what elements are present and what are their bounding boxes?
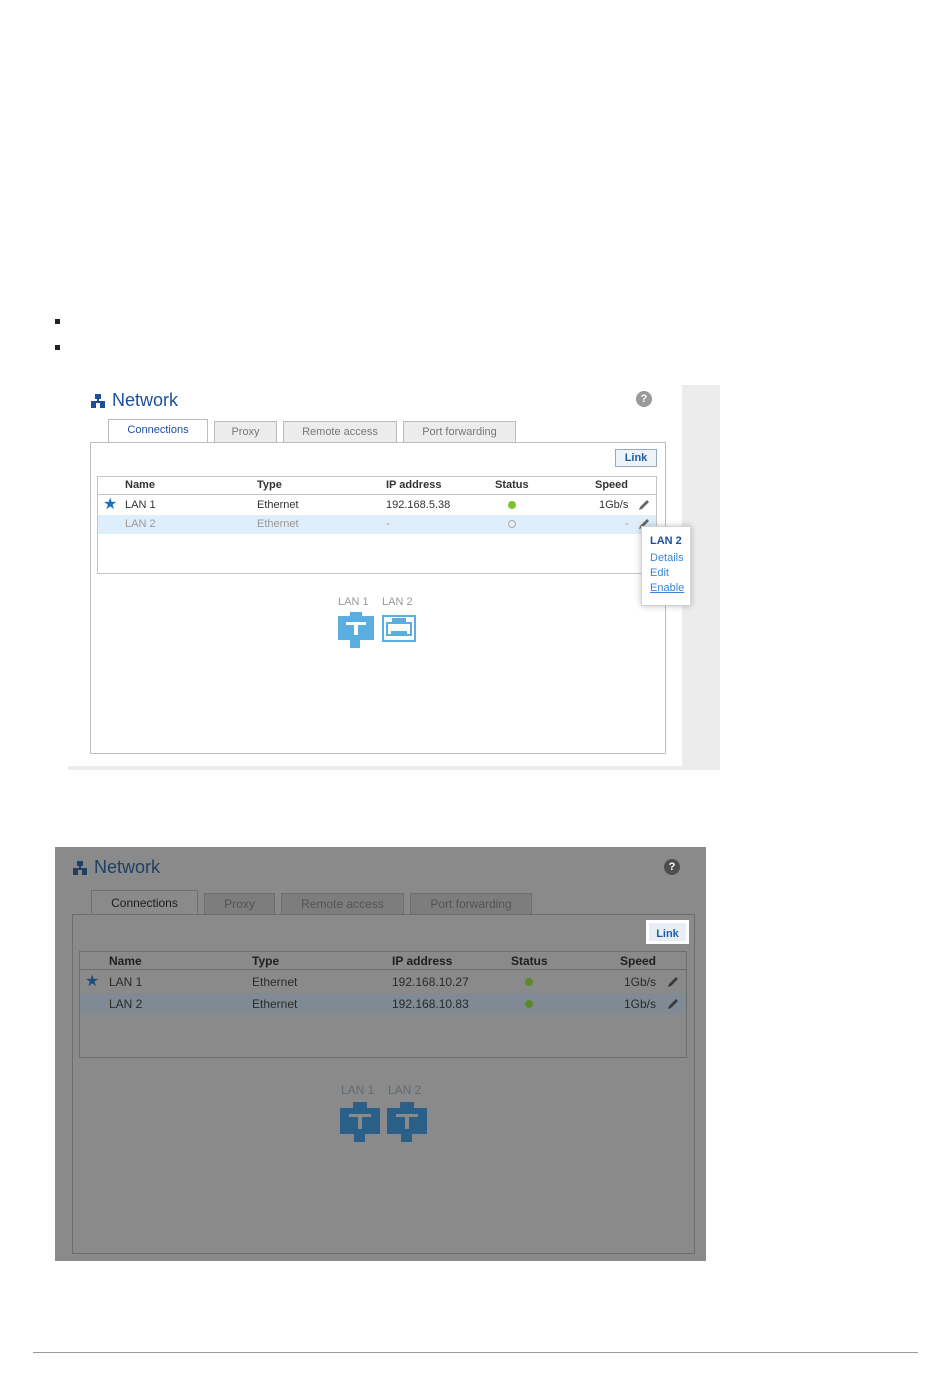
primary-star-icon: ★ [85,973,100,990]
row-type: Ethernet [257,499,299,511]
tab-port-forwarding[interactable]: Port forwarding [403,421,516,443]
col-status[interactable]: Status [511,954,548,968]
link-button[interactable]: Link [615,449,657,467]
row-speed: - [625,518,629,530]
row-name: LAN 1 [125,499,156,511]
status-online-icon [508,501,516,509]
tab-proxy[interactable]: Proxy [214,421,277,443]
edit-pencil-icon[interactable] [666,997,680,1011]
status-offline-icon [508,520,516,528]
menu-item-details[interactable]: Details [650,552,684,564]
tab-connections[interactable]: Connections [108,419,208,443]
col-ip[interactable]: IP address [386,479,441,491]
edit-pencil-icon[interactable] [637,498,651,512]
edit-pencil-icon[interactable] [666,975,680,989]
row-ip: 192.168.10.83 [392,997,469,1011]
table-row[interactable]: LAN 2 Ethernet 192.168.10.83 1Gb/s [80,993,686,1014]
network-icon [90,393,106,409]
menu-item-enable[interactable]: Enable [650,582,684,594]
tab-proxy[interactable]: Proxy [204,893,275,915]
row-ip: - [386,518,390,530]
network-title: Network [72,857,160,878]
row-ip: 192.168.10.27 [392,975,469,989]
footer-divider [33,1352,918,1353]
row-name: LAN 2 [125,518,156,530]
row-speed: 1Gb/s [624,975,657,989]
col-ip[interactable]: IP address [392,954,452,968]
row-name: LAN 1 [109,975,143,989]
status-online-icon [525,1000,533,1008]
lan1-port-connected-icon [340,1102,380,1142]
status-online-icon [525,978,533,986]
primary-star-icon: ★ [103,496,118,513]
tab-bar: Connections Proxy Remote access Port for… [108,419,522,443]
table-row[interactable]: ★ LAN 1 Ethernet 192.168.5.38 1Gb/s [98,495,656,515]
tab-remote-access[interactable]: Remote access [281,893,404,915]
row-type: Ethernet [252,975,298,989]
col-name[interactable]: Name [125,479,155,491]
bullet-2 [55,345,60,350]
tab-connections[interactable]: Connections [91,890,198,915]
col-status[interactable]: Status [495,479,529,491]
row-speed: 1Gb/s [624,997,657,1011]
table-header: Name Type IP address Status Speed [80,952,686,970]
bullet-1 [55,319,60,324]
lan1-port-connected-icon [338,612,374,648]
col-type[interactable]: Type [252,954,279,968]
help-icon[interactable]: ? [636,391,652,407]
row-ip: 192.168.5.38 [386,499,451,511]
network-icon [72,860,88,876]
row-type: Ethernet [252,997,298,1011]
port-label-lan2: LAN 2 [382,596,413,608]
row-name: LAN 2 [109,997,143,1011]
row-type: Ethernet [257,518,299,530]
tab-remote-access[interactable]: Remote access [283,421,397,443]
table-header: Name Type IP address Status Speed [98,477,656,495]
network-title-text: Network [112,390,179,410]
network-title-text: Network [94,857,161,877]
col-name[interactable]: Name [109,954,142,968]
help-icon[interactable]: ? [664,859,680,875]
col-type[interactable]: Type [257,479,282,491]
col-speed[interactable]: Speed [620,954,656,968]
connections-table: Name Type IP address Status Speed ★ LAN … [79,951,687,1058]
tab-bar: Connections Proxy Remote access Port for… [91,890,538,915]
port-label-lan2: LAN 2 [388,1083,422,1097]
tab-port-forwarding[interactable]: Port forwarding [410,893,532,915]
menu-item-edit[interactable]: Edit [650,567,669,579]
lan2-port-empty-icon [382,615,416,642]
lan2-port-connected-icon [387,1102,427,1142]
port-label-lan1: LAN 1 [341,1083,375,1097]
table-row[interactable]: ★ LAN 1 Ethernet 192.168.10.27 1Gb/s [80,971,686,993]
lan2-context-menu: LAN 2 Details Edit Enable [641,526,691,606]
table-row[interactable]: LAN 2 Ethernet - - [98,515,656,534]
network-panel-popup-state: Network ? Connections Proxy Remote acces… [68,385,720,770]
connections-table: Name Type IP address Status Speed ★ LAN … [97,476,657,574]
network-panel-highlight-link: Network ? Connections Proxy Remote acces… [55,847,706,1261]
port-label-lan1: LAN 1 [338,596,369,608]
menu-title: LAN 2 [650,535,682,547]
row-speed: 1Gb/s [599,499,629,511]
col-speed[interactable]: Speed [595,479,628,491]
link-button[interactable]: Link [646,920,689,944]
panel-bottom-edge [68,766,682,770]
network-title: Network [90,390,178,411]
